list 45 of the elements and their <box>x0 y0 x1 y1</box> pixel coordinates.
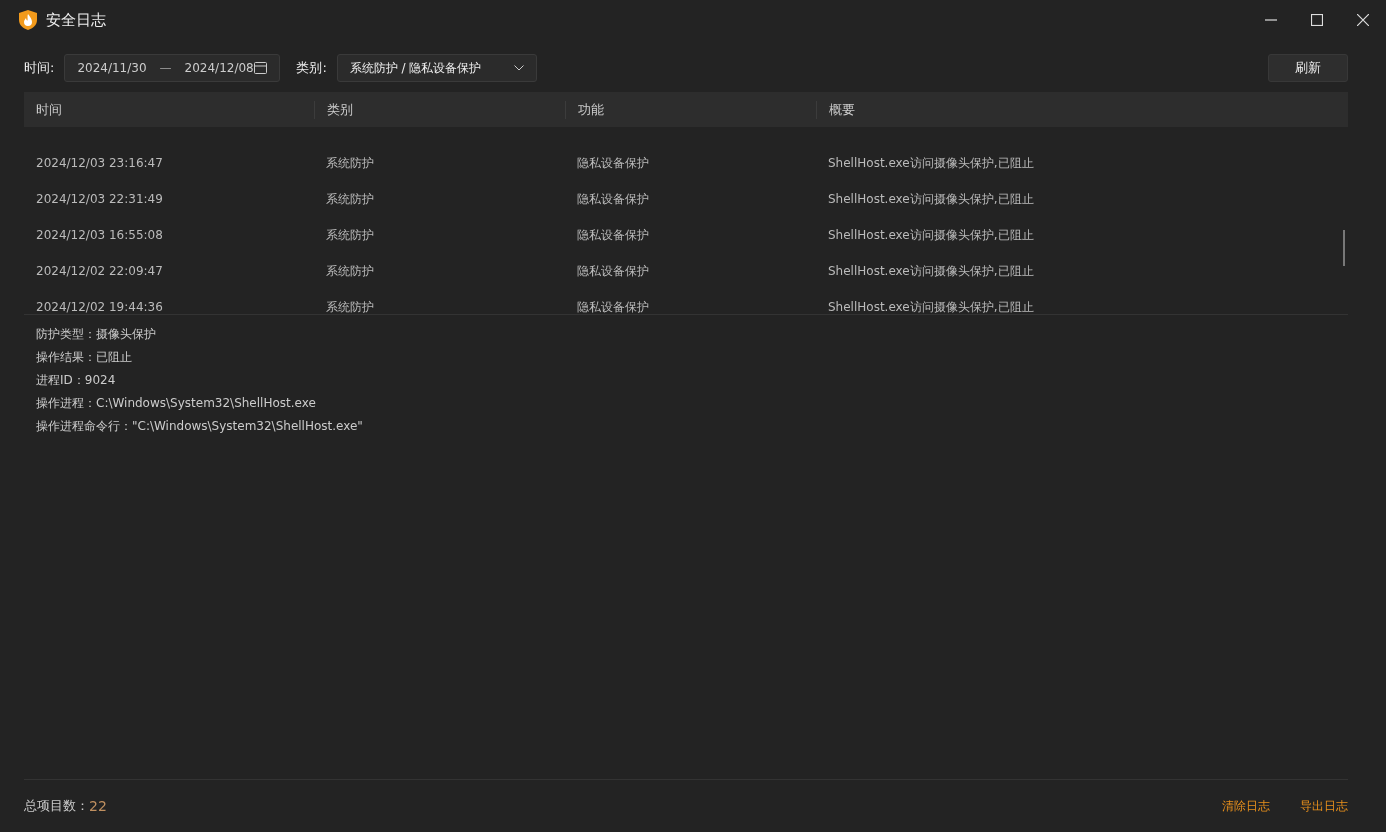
table-cell-text: 系统防护 <box>325 155 375 172</box>
table-cell-text: 2024/12/02 22:09:47 <box>35 263 164 280</box>
column-header[interactable]: 时间 <box>24 100 314 119</box>
table-cell-text: 隐私设备保护 <box>576 191 650 208</box>
table-cell-text: 2024/12/03 22:31:49 <box>35 191 164 208</box>
table-cell-text: 隐私设备保护 <box>576 155 650 172</box>
table-cell-text: ShellHost.exe访问摄像头保护,已阻止 <box>827 191 1035 208</box>
column-header[interactable]: 概要 <box>816 100 1348 119</box>
table-cell-text: 2024/12/03 16:55:08 <box>35 227 164 244</box>
field-label: 类别: <box>296 59 327 78</box>
detail-line: 操作进程：C:\Windows\System32\ShellHost.exe <box>36 395 317 412</box>
shield-flame-icon <box>18 9 38 31</box>
table-cell-text: 2024/12/02 19:44:36 <box>35 299 164 314</box>
maximize-icon <box>1311 14 1323 26</box>
table-cell-text: 系统防护 <box>325 299 375 314</box>
footer-link[interactable]: 导出日志 <box>1300 797 1348 815</box>
table-cell-text: 系统防护 <box>325 191 375 208</box>
table-cell-text: ShellHost.exe访问摄像头保护,已阻止 <box>827 263 1035 280</box>
scrollbar-thumb[interactable] <box>1343 230 1345 266</box>
detail-line: 防护类型：摄像头保护 <box>36 326 157 343</box>
table-cell-text: ShellHost.exe访问摄像头保护,已阻止 <box>827 227 1035 244</box>
window-title: 安全日志 <box>46 9 106 31</box>
column-header[interactable]: 类别 <box>314 100 565 119</box>
table-cell-text: 2024/12/03 23:16:47 <box>35 155 164 172</box>
table-cell-text: ShellHost.exe访问摄像头保护,已阻止 <box>827 155 1035 172</box>
count-label: 总项目数： <box>24 797 89 816</box>
table-cell-text: 隐私设备保护 <box>576 299 650 314</box>
item-count: 22 <box>89 796 107 816</box>
detail-line: 操作结果：已阻止 <box>36 349 133 366</box>
detail-line: 进程ID：9024 <box>36 372 117 389</box>
table-cell-text: 系统防护 <box>325 263 375 280</box>
refresh-button[interactable]: 刷新 <box>1268 54 1348 82</box>
detail-line: 操作进程命令行："C:\Windows\System32\ShellHost.exe" <box>36 418 364 435</box>
calendar-icon[interactable] <box>254 62 268 74</box>
chevron-down-icon <box>513 65 524 71</box>
category-dropdown[interactable]: 系统防护 / 隐私设备保护 <box>336 54 537 82</box>
table-cell-text: 系统防护 <box>325 227 375 244</box>
table-cell-text: 隐私设备保护 <box>576 227 650 244</box>
table-cell-text: ShellHost.exe访问摄像头保护,已阻止 <box>827 299 1035 314</box>
date-range-field[interactable]: 2024/11/30 — 2024/12/08 <box>64 54 281 82</box>
table-cell-text: 隐私设备保护 <box>576 263 650 280</box>
close-icon <box>1357 14 1369 26</box>
field-label: 时间: <box>24 59 55 78</box>
footer-link[interactable]: 清除日志 <box>1222 797 1270 815</box>
column-header[interactable]: 功能 <box>565 100 816 119</box>
